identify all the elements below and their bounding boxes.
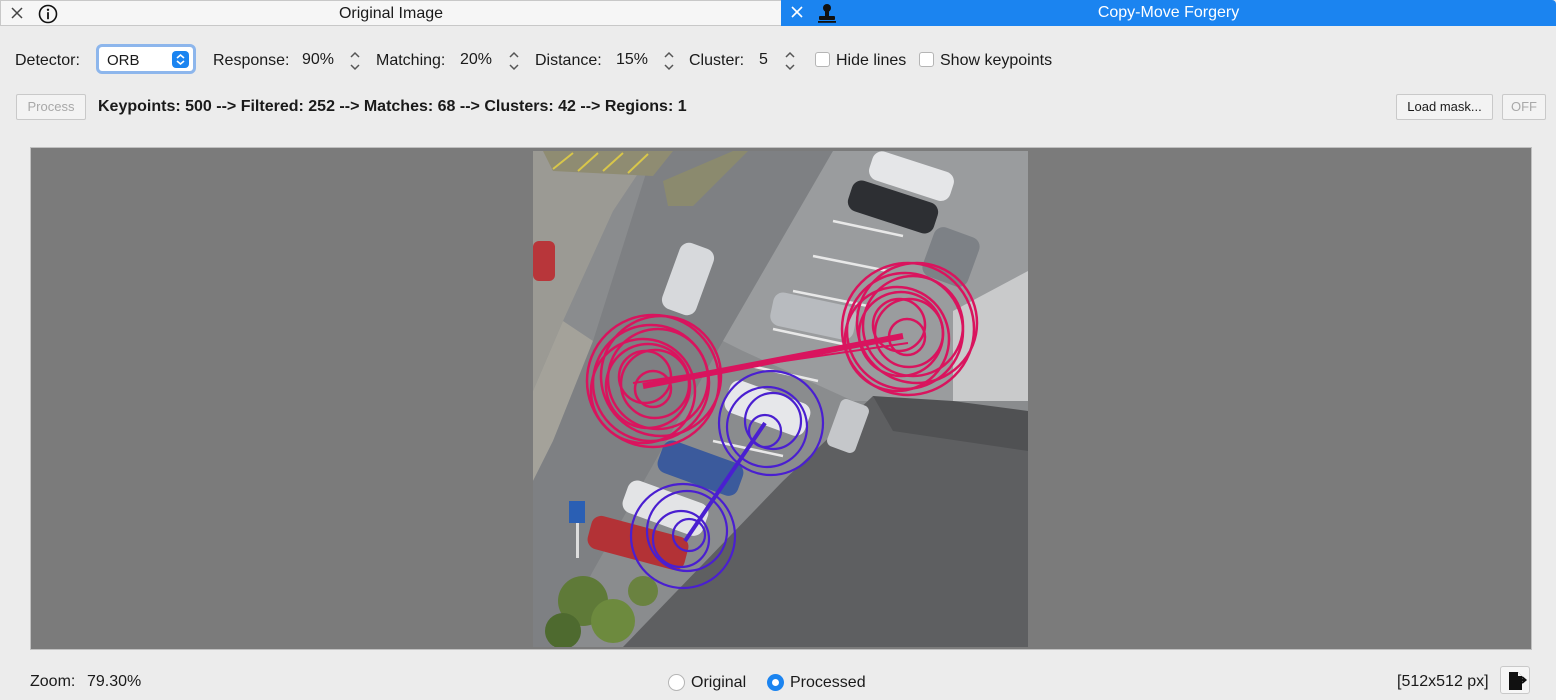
tab-title: Original Image xyxy=(338,5,444,22)
processed-image xyxy=(533,151,1028,647)
distance-spinbox[interactable]: 15% xyxy=(616,47,678,73)
parameters-toolbar: Detector: ORB Response: 90% Matching: 20… xyxy=(0,44,1556,78)
tab-title: Copy-Move Forgery xyxy=(1097,4,1240,21)
image-size: [512x512 px] xyxy=(1397,673,1489,690)
tab-original-image[interactable]: Original Image xyxy=(0,0,781,26)
cluster-label: Cluster: xyxy=(689,52,745,69)
tab-bar: Original Image Copy-Move Forgery xyxy=(0,0,1556,27)
zoom-label: Zoom: xyxy=(30,673,76,690)
matching-value: 20% xyxy=(460,51,493,68)
view-processed-radio[interactable] xyxy=(767,674,784,691)
detector-select[interactable]: ORB xyxy=(96,44,196,74)
mask-toggle-button[interactable]: OFF xyxy=(1502,94,1546,120)
export-button[interactable] xyxy=(1500,666,1530,694)
matching-spinbox[interactable]: 20% xyxy=(460,47,522,73)
load-mask-button[interactable]: Load mask... xyxy=(1396,94,1493,120)
cluster-value: 5 xyxy=(759,51,768,68)
show-keypoints-checkbox[interactable] xyxy=(919,52,934,67)
hide-lines-label[interactable]: Hide lines xyxy=(836,52,906,70)
response-label: Response: xyxy=(213,52,290,69)
distance-value: 15% xyxy=(616,51,649,68)
spin-arrows-icon[interactable] xyxy=(662,49,676,73)
cluster-spinbox[interactable]: 5 xyxy=(759,47,801,73)
image-viewer[interactable] xyxy=(30,147,1532,650)
hide-lines-checkbox[interactable] xyxy=(815,52,830,67)
spin-arrows-icon[interactable] xyxy=(507,49,521,73)
select-arrows-icon xyxy=(172,51,189,68)
response-spinbox[interactable]: 90% xyxy=(302,47,364,73)
view-original-label[interactable]: Original xyxy=(691,674,746,692)
zoom-value: 79.30% xyxy=(87,673,142,690)
distance-label: Distance: xyxy=(535,52,602,69)
process-status: Keypoints: 500 --> Filtered: 252 --> Mat… xyxy=(98,98,687,115)
spin-arrows-icon[interactable] xyxy=(783,49,797,73)
process-button[interactable]: Process xyxy=(16,94,86,120)
export-icon xyxy=(1509,672,1528,690)
matching-label: Matching: xyxy=(376,52,446,69)
view-processed-label[interactable]: Processed xyxy=(790,674,866,692)
spin-arrows-icon[interactable] xyxy=(348,49,362,73)
response-value: 90% xyxy=(302,51,335,68)
show-keypoints-label[interactable]: Show keypoints xyxy=(940,52,1052,70)
detector-label: Detector: xyxy=(15,52,80,69)
detector-value: ORB xyxy=(107,52,140,69)
tab-copy-move-forgery[interactable]: Copy-Move Forgery xyxy=(781,0,1556,26)
status-bar: Zoom: 79.30% Original Processed [512x512… xyxy=(0,668,1556,694)
view-original-radio[interactable] xyxy=(668,674,685,691)
